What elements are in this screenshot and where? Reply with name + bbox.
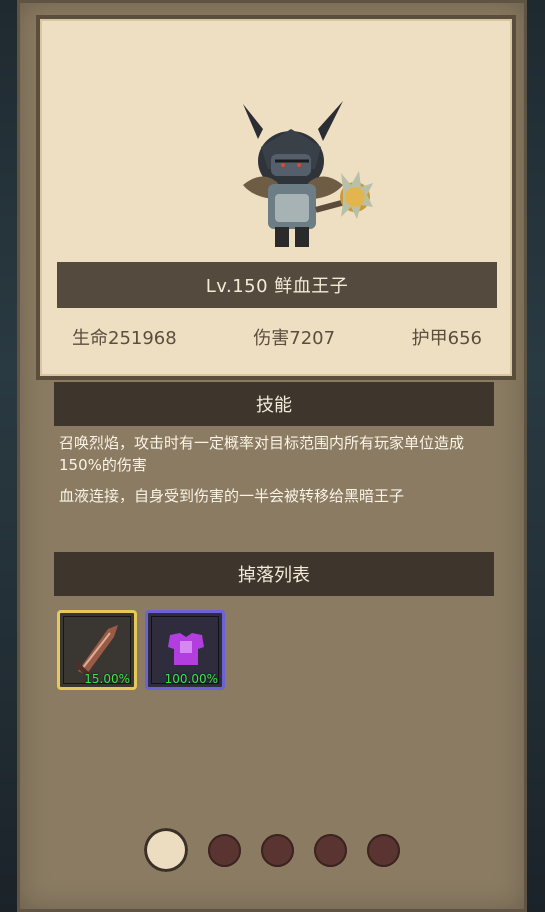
page-dot-4[interactable] xyxy=(314,833,347,867)
drops-title: 掉落列表 xyxy=(238,565,310,586)
monster-stats: 生命251968 伤害7207 护甲656 xyxy=(40,324,512,350)
monster-detail-panel: Lv.150 鲜血王子 生命251968 伤害7207 护甲656 技能 召唤烈… xyxy=(17,0,527,912)
drop-item-sword[interactable]: 15.00% xyxy=(57,610,137,690)
background-right xyxy=(525,0,545,912)
stat-hp: 生命251968 xyxy=(72,328,177,349)
skill-description-1: 召唤烈焰，攻击时有一定概率对目标范围内所有玩家单位造成150%的伤害 xyxy=(59,434,465,474)
page-dot-3[interactable] xyxy=(261,833,294,867)
drop-item-armor[interactable]: 100.00% xyxy=(145,610,225,690)
page-indicator xyxy=(144,828,400,872)
drop-rate: 100.00% xyxy=(164,672,218,686)
skill-description-2: 血液连接，自身受到伤害的一半会被转移给黑暗王子 xyxy=(59,487,405,505)
bone-sword-icon xyxy=(74,625,118,677)
page-dot-2[interactable] xyxy=(208,833,241,867)
stat-armor: 护甲656 xyxy=(411,328,482,349)
page-dot-1[interactable] xyxy=(144,828,188,872)
monster-name-bar: Lv.150 鲜血王子 xyxy=(57,262,497,308)
page-dot-5[interactable] xyxy=(367,833,400,867)
drop-rate: 15.00% xyxy=(84,672,130,686)
purple-armor-icon xyxy=(168,633,204,665)
monster-level-name: Lv.150 鲜血王子 xyxy=(205,276,349,297)
dark-horned-warrior-icon xyxy=(243,101,373,247)
drops-header: 掉落列表 xyxy=(54,552,494,596)
skills-title: 技能 xyxy=(256,395,292,416)
skills-header: 技能 xyxy=(54,382,494,426)
stat-damage: 伤害7207 xyxy=(253,328,336,349)
drop-list: 15.00% 100.00% xyxy=(57,610,225,690)
monster-portrait-card: Lv.150 鲜血王子 生命251968 伤害7207 护甲656 xyxy=(36,15,516,380)
